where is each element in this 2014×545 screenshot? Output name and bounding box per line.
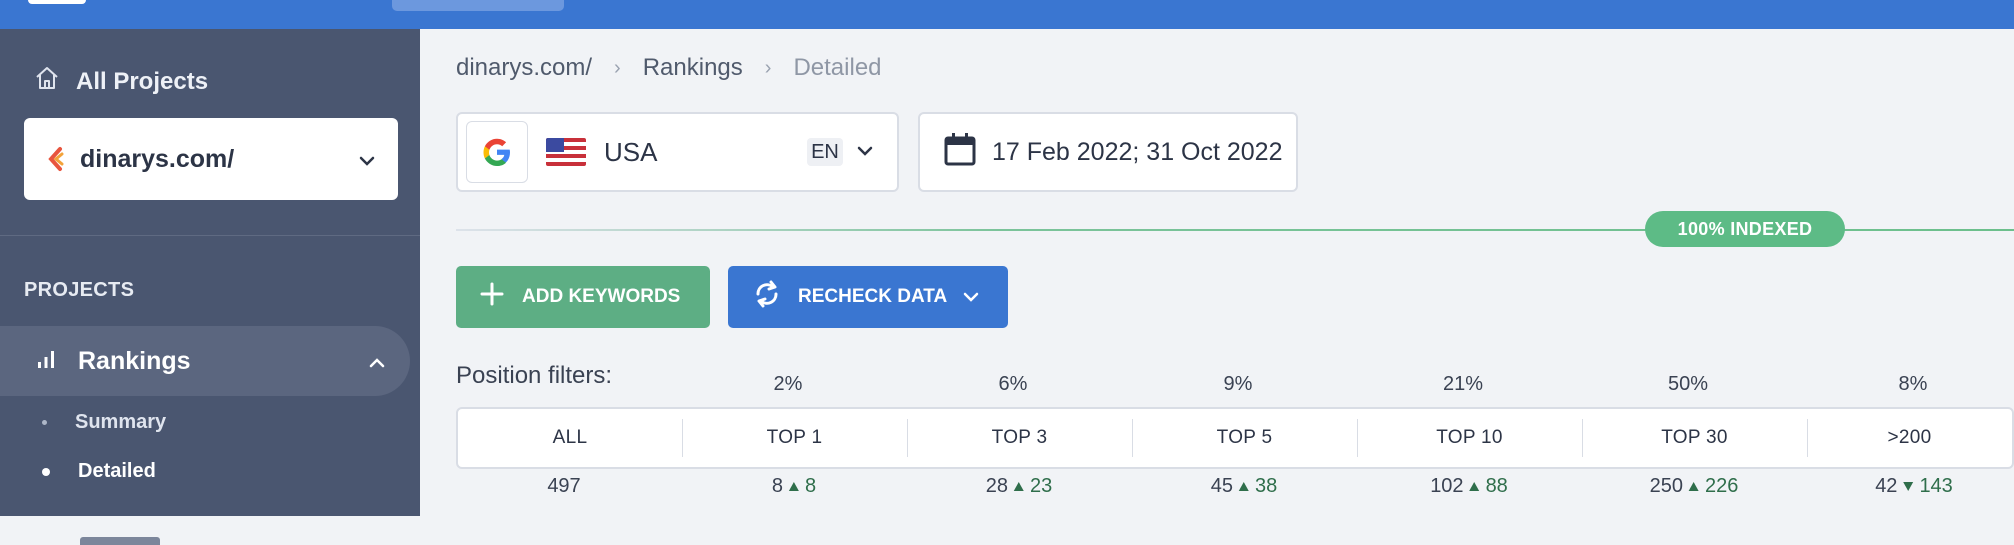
sidebar-subitem-partial[interactable] xyxy=(80,537,160,545)
filter-count-delta: 88 xyxy=(1485,475,1508,497)
filter-count: 102 88 xyxy=(1430,475,1508,498)
bar-chart-icon xyxy=(36,347,56,376)
project-select[interactable]: dinarys.com/ xyxy=(24,118,398,200)
filter-count-value: 250 xyxy=(1649,475,1683,497)
recheck-data-label: RECHECK DATA xyxy=(798,286,948,307)
triangle-up-icon xyxy=(1239,482,1249,491)
filter-tab-top5[interactable]: TOP 5 xyxy=(1132,409,1357,467)
filter-count-delta: 23 xyxy=(1030,475,1053,497)
calendar-icon xyxy=(944,132,976,173)
breadcrumb-item[interactable]: Rankings xyxy=(643,54,743,82)
filter-count-delta: 38 xyxy=(1255,475,1278,497)
filter-tab-top30[interactable]: TOP 30 xyxy=(1582,409,1807,467)
date-range-label: 17 Feb 2022; 31 Oct 2022 xyxy=(992,137,1283,166)
top-bar xyxy=(0,0,2014,29)
filter-tab-over200[interactable]: >200 xyxy=(1807,409,2012,467)
filter-tab-top10[interactable]: TOP 10 xyxy=(1357,409,1582,467)
position-filter-tabs: ALL TOP 1 TOP 3 TOP 5 TOP 10 TOP 30 >200 xyxy=(456,407,2014,469)
position-filters-label: Position filters: xyxy=(456,362,613,389)
all-projects-label: All Projects xyxy=(76,67,209,95)
sidebar-item-rankings[interactable]: Rankings xyxy=(0,326,410,396)
filter-percent: 8% xyxy=(1898,373,1928,395)
triangle-up-icon xyxy=(1469,482,1480,491)
sidebar-subitem-summary[interactable]: Summary xyxy=(42,411,166,434)
main-content: dinarys.com/ › Rankings › Detailed USA E… xyxy=(420,29,2014,516)
filter-tab-top1[interactable]: TOP 1 xyxy=(682,409,907,467)
bullet-icon xyxy=(42,420,47,425)
search-engine-selector[interactable]: USA EN xyxy=(456,112,899,192)
us-flag-icon xyxy=(546,138,586,166)
filter-count: 42 143 xyxy=(1875,475,1953,498)
filter-percent: 2% xyxy=(773,373,803,395)
filter-percent: 6% xyxy=(998,373,1028,395)
filter-count: 250 226 xyxy=(1650,475,1739,498)
google-icon xyxy=(466,121,528,183)
filter-count-value: 42 xyxy=(1875,475,1898,497)
filter-percent: 50% xyxy=(1667,373,1709,395)
filter-count: 28 23 xyxy=(986,475,1053,498)
recheck-data-button[interactable]: RECHECK DATA xyxy=(728,266,1008,328)
sidebar-item-label: Rankings xyxy=(78,346,191,375)
filter-count: 497 xyxy=(547,475,580,498)
filter-percent: 9% xyxy=(1223,373,1253,395)
sidebar-subitem-label: Summary xyxy=(75,411,167,433)
sidebar-section-title: PROJECTS xyxy=(24,279,135,301)
filter-tab-all[interactable]: ALL xyxy=(458,409,682,467)
language-badge[interactable]: EN xyxy=(807,138,843,166)
refresh-icon xyxy=(752,279,782,315)
indexed-status-badge: 100% INDEXED xyxy=(1645,211,1845,247)
plus-icon xyxy=(480,282,504,312)
sidebar: All Projects dinarys.com/ PROJECTS Ranki… xyxy=(0,29,420,545)
chevron-down-icon[interactable] xyxy=(857,143,873,161)
triangle-up-icon xyxy=(789,482,799,491)
chevron-right-icon: › xyxy=(614,56,621,79)
chevron-up-icon[interactable] xyxy=(368,347,386,376)
bullet-icon xyxy=(42,467,50,476)
filter-count-delta: 226 xyxy=(1705,475,1739,497)
triangle-down-icon xyxy=(1903,482,1914,491)
home-icon xyxy=(34,65,60,98)
filter-count-value: 102 xyxy=(1430,475,1464,497)
breadcrumb-item[interactable]: dinarys.com/ xyxy=(456,54,592,82)
date-range-picker[interactable]: 17 Feb 2022; 31 Oct 2022 xyxy=(918,112,1298,192)
filter-count-value: 28 xyxy=(985,475,1008,497)
country-label: USA xyxy=(604,136,658,167)
top-nav-tab[interactable] xyxy=(392,0,564,11)
breadcrumb-current: Detailed xyxy=(793,54,882,81)
sidebar-subitem-label: Detailed xyxy=(78,460,156,482)
triangle-up-icon xyxy=(1689,482,1699,491)
filter-count: 8 8 xyxy=(772,475,816,498)
chevron-down-icon xyxy=(963,286,979,308)
filter-count-delta: 8 xyxy=(805,475,817,497)
breadcrumb: dinarys.com/ › Rankings › Detailed xyxy=(456,54,882,82)
project-name: dinarys.com/ xyxy=(80,144,235,173)
filter-tab-top3[interactable]: TOP 3 xyxy=(907,409,1132,467)
filter-count-value: 497 xyxy=(547,475,581,497)
sidebar-subitem-detailed[interactable]: Detailed xyxy=(42,460,156,483)
app-logo[interactable] xyxy=(28,0,86,4)
all-projects-link[interactable]: All Projects xyxy=(34,65,208,98)
filter-count: 45 38 xyxy=(1211,475,1278,498)
filter-percent: 21% xyxy=(1442,373,1484,395)
filter-count-value: 45 xyxy=(1210,475,1233,497)
chevron-down-icon xyxy=(358,145,376,174)
chevron-right-icon: › xyxy=(764,56,772,79)
triangle-up-icon xyxy=(1014,482,1024,491)
project-favicon-icon xyxy=(46,146,66,172)
filter-count-value: 8 xyxy=(771,475,783,497)
add-keywords-button[interactable]: ADD KEYWORDS xyxy=(456,266,710,328)
sidebar-divider xyxy=(0,235,420,236)
add-keywords-label: ADD KEYWORDS xyxy=(522,286,681,307)
filter-count-delta: 143 xyxy=(1919,475,1953,497)
